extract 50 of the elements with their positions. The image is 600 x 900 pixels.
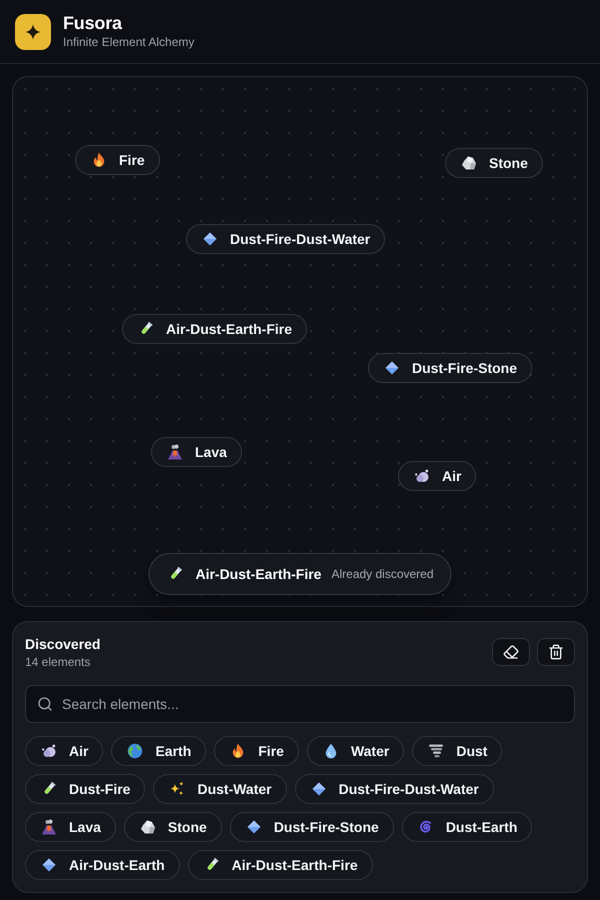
element-chip[interactable]: Dust-Fire-Stone [230, 812, 394, 842]
delete-button[interactable] [537, 638, 575, 666]
element-chip[interactable]: Air [25, 736, 104, 766]
volcano-icon [41, 819, 57, 835]
element-chip[interactable]: Water [306, 736, 404, 766]
diamond-icon [310, 781, 327, 797]
diamond-icon [202, 231, 218, 247]
search-field[interactable]: Search elements... [25, 685, 575, 723]
eraser-button[interactable] [492, 638, 530, 666]
spiral-icon [418, 819, 434, 835]
rock-icon [461, 155, 477, 171]
sparkles-icon [169, 781, 186, 797]
element-chip[interactable]: Fire [214, 736, 299, 766]
cloud-puff-icon [414, 468, 430, 484]
element-node[interactable]: Lava [151, 437, 242, 467]
element-node[interactable]: Fire [75, 145, 160, 175]
element-node[interactable]: Stone [445, 148, 543, 178]
diamond-icon [384, 360, 400, 376]
element-count: 14 elements [25, 655, 92, 669]
element-chip[interactable]: Dust-Fire [25, 774, 146, 804]
globe-icon [127, 743, 144, 759]
app-title: Fusora [63, 13, 124, 33]
diamond-icon [41, 857, 57, 873]
element-node[interactable]: Dust-Fire-Stone [368, 353, 532, 383]
element-chip[interactable]: Dust [412, 736, 502, 766]
logo-icon [15, 14, 51, 50]
search-icon [37, 696, 53, 712]
element-chip[interactable]: Air-Dust-Earth [25, 850, 180, 880]
element-node[interactable]: Dust-Fire-Dust-Water [186, 224, 386, 254]
element-node[interactable]: Air [398, 461, 476, 491]
element-chip[interactable]: Dust-Fire-Dust-Water [294, 774, 494, 804]
rock-icon [140, 819, 156, 835]
element-chip[interactable]: Dust-Water [153, 774, 287, 804]
element-chip[interactable]: Dust-Earth [402, 812, 532, 842]
cloud-puff-icon [41, 743, 57, 759]
element-node[interactable]: Air-Dust-Earth-Fire [122, 314, 308, 344]
element-chip[interactable]: Earth [111, 736, 206, 766]
element-chip[interactable]: Stone [124, 812, 222, 842]
flame-icon [91, 152, 107, 168]
app-subtitle: Infinite Element Alchemy [63, 35, 194, 50]
trash-icon [548, 644, 564, 660]
panel-title: Discovered [25, 636, 100, 653]
element-chip[interactable]: Air-Dust-Earth-Fire [188, 850, 373, 880]
tornado-icon [428, 743, 444, 759]
toast-element-name: Air-Dust-Earth-Fire [195, 566, 322, 582]
element-chip[interactable]: Lava [25, 812, 116, 842]
diamond-icon [246, 819, 262, 835]
toast-note: Already discovered [331, 567, 434, 581]
volcano-icon [167, 444, 183, 460]
eraser-icon [503, 644, 519, 660]
